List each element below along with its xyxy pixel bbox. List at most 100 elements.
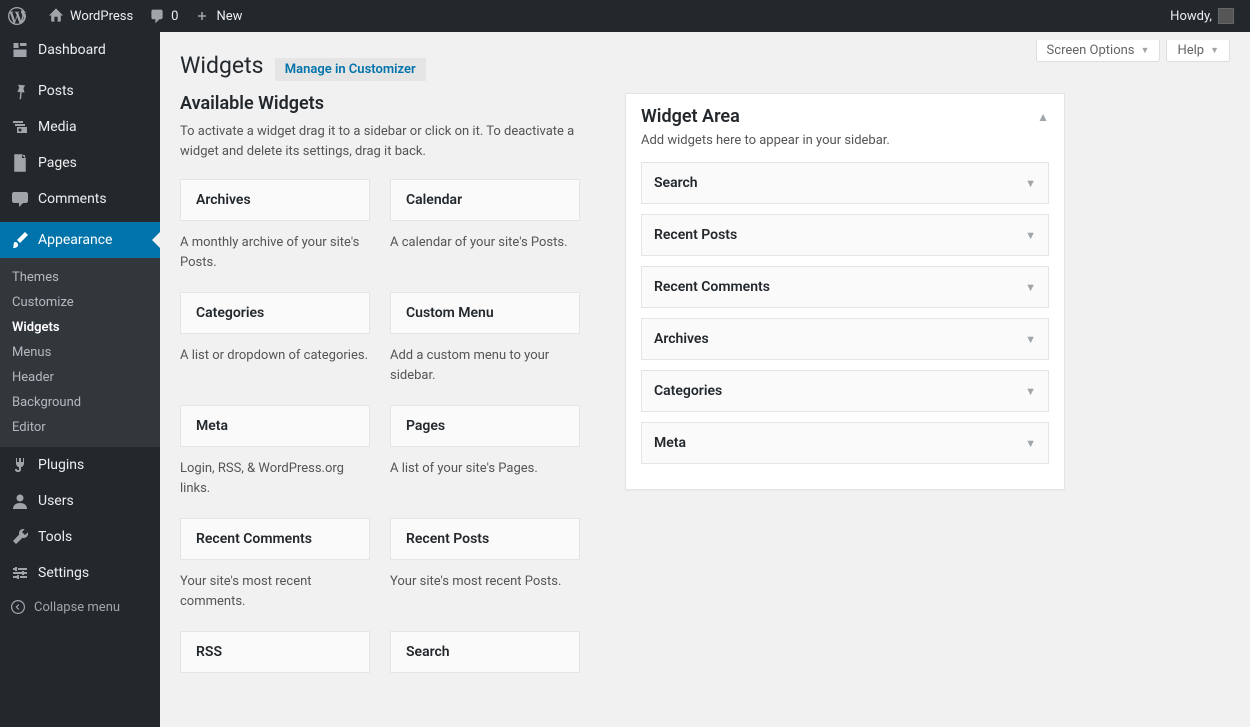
page-icon <box>10 153 30 173</box>
sidebar-item-tools[interactable]: Tools <box>0 519 160 555</box>
help-button[interactable]: Help ▼ <box>1166 40 1230 62</box>
plug-icon <box>10 455 30 475</box>
submenu-item-widgets[interactable]: Widgets <box>0 315 160 340</box>
dashboard-icon <box>10 40 30 60</box>
available-widget-title[interactable]: Calendar <box>390 179 580 221</box>
available-widget-desc: A list or dropdown of categories. <box>180 334 370 382</box>
admin-bar-left: WordPress 0 New <box>0 0 250 32</box>
available-widget-title[interactable]: Archives <box>180 179 370 221</box>
widget-areas-column: Widget Area ▲ Add widgets here to appear… <box>625 93 1065 687</box>
available-widgets-desc: To activate a widget drag it to a sideba… <box>180 122 580 161</box>
sidebar-item-posts[interactable]: Posts <box>0 73 160 109</box>
available-widget-desc: Your site's most recent Posts. <box>390 560 580 608</box>
available-widget: PagesA list of your site's Pages. <box>390 405 580 514</box>
available-widget-desc: A list of your site's Pages. <box>390 447 580 495</box>
help-label: Help <box>1177 43 1204 58</box>
widget-area-item[interactable]: Categories ▼ <box>641 370 1049 412</box>
widget-area-item-title: Archives <box>654 331 709 347</box>
sidebar-item-label: Users <box>38 493 74 509</box>
chevron-down-icon: ▼ <box>1210 45 1219 56</box>
manage-customizer-link[interactable]: Manage in Customizer <box>275 58 426 81</box>
new-content[interactable]: New <box>186 0 250 32</box>
wp-logo[interactable] <box>0 0 40 32</box>
widget-area-item-title: Categories <box>654 383 722 399</box>
sidebar-item-label: Comments <box>38 191 107 207</box>
sidebar-item-dashboard[interactable]: Dashboard <box>0 32 160 68</box>
sidebar-item-label: Posts <box>38 83 74 99</box>
widget-area-item[interactable]: Search▼ <box>641 162 1049 204</box>
available-widget-desc: Add a custom menu to your sidebar. <box>390 334 580 401</box>
wordpress-logo-icon <box>8 7 26 25</box>
available-widget-title[interactable]: RSS <box>180 631 370 673</box>
available-widgets-column: Available Widgets To activate a widget d… <box>180 93 580 687</box>
available-widget-desc: A calendar of your site's Posts. <box>390 221 580 269</box>
available-widget: Recent PostsYour site's most recent Post… <box>390 518 580 627</box>
page-title: Widgets <box>180 52 263 79</box>
widget-area-item-title: Recent Posts <box>654 227 737 243</box>
sidebar-item-appearance[interactable]: Appearance <box>0 222 160 258</box>
available-widget-title[interactable]: Categories <box>180 292 370 334</box>
sidebar-item-comments[interactable]: Comments <box>0 181 160 217</box>
widget-area-header[interactable]: Widget Area ▲ <box>641 106 1049 127</box>
widget-area-item[interactable]: Archives▼ <box>641 318 1049 360</box>
available-widget-title[interactable]: Search <box>390 631 580 673</box>
available-widget: Recent CommentsYour site's most recent c… <box>180 518 370 627</box>
chevron-down-icon: ▼ <box>1025 281 1036 294</box>
admin-sidebar: Dashboard Posts Media Pages Comments Appearan… <box>0 32 160 727</box>
screen-options-button[interactable]: Screen Options ▼ <box>1036 40 1161 62</box>
sliders-icon <box>10 563 30 583</box>
screen-options-label: Screen Options <box>1047 43 1135 58</box>
my-account[interactable]: Howdy, <box>1162 0 1242 32</box>
submenu-item-header[interactable]: Header <box>0 365 160 390</box>
available-widget-title[interactable]: Recent Posts <box>390 518 580 560</box>
widget-area-item[interactable]: Meta▼ <box>641 422 1049 464</box>
sidebar-item-plugins[interactable]: Plugins <box>0 447 160 483</box>
submenu-item-background[interactable]: Background <box>0 390 160 415</box>
available-widget: CategoriesA list or dropdown of categori… <box>180 292 370 401</box>
widget-area-desc: Add widgets here to appear in your sideb… <box>641 133 1049 148</box>
submenu-item-editor[interactable]: Editor <box>0 415 160 440</box>
available-widget: Custom MenuAdd a custom menu to your sid… <box>390 292 580 401</box>
available-widget-title[interactable]: Custom Menu <box>390 292 580 334</box>
sidebar-item-media[interactable]: Media <box>0 109 160 145</box>
wrench-icon <box>10 527 30 547</box>
collapse-icon <box>10 599 26 615</box>
sidebar-item-label: Appearance <box>38 232 112 248</box>
sidebar-item-users[interactable]: Users <box>0 483 160 519</box>
howdy-text: Howdy, <box>1170 9 1212 24</box>
chevron-down-icon: ▼ <box>1025 385 1036 398</box>
media-icon <box>10 117 30 137</box>
comments-link[interactable]: 0 <box>141 0 186 32</box>
site-name: WordPress <box>70 9 133 24</box>
chevron-down-icon: ▼ <box>1025 437 1036 450</box>
submenu-item-menus[interactable]: Menus <box>0 340 160 365</box>
available-widget: Search <box>390 631 580 683</box>
comments-count: 0 <box>171 9 178 24</box>
widget-area-title: Widget Area <box>641 106 740 127</box>
sidebar-item-pages[interactable]: Pages <box>0 145 160 181</box>
available-widget-desc: Your site's most recent comments. <box>180 560 370 627</box>
chevron-up-icon: ▲ <box>1037 110 1049 124</box>
widget-area-item[interactable]: Recent Comments ▼ <box>641 266 1049 308</box>
available-widget-title[interactable]: Recent Comments <box>180 518 370 560</box>
sidebar-item-label: Pages <box>38 155 77 171</box>
widget-area-item[interactable]: Recent Posts▼ <box>641 214 1049 256</box>
submenu-item-themes[interactable]: Themes <box>0 265 160 290</box>
widget-area: Widget Area ▲ Add widgets here to appear… <box>625 93 1065 490</box>
available-widget-title[interactable]: Pages <box>390 405 580 447</box>
available-widget-desc: Login, RSS, & WordPress.org links. <box>180 447 370 514</box>
available-widget-desc: A monthly archive of your site's Posts. <box>180 221 370 288</box>
available-widget-title[interactable]: Meta <box>180 405 370 447</box>
new-label: New <box>216 9 242 24</box>
submenu-item-customize[interactable]: Customize <box>0 290 160 315</box>
available-widget: MetaLogin, RSS, & WordPress.org links. <box>180 405 370 514</box>
sidebar-item-label: Dashboard <box>38 42 106 58</box>
sidebar-item-label: Media <box>38 119 77 135</box>
sidebar-item-settings[interactable]: Settings <box>0 555 160 591</box>
user-icon <box>10 491 30 511</box>
plus-icon <box>194 8 210 24</box>
sidebar-item-label: Plugins <box>38 457 84 473</box>
widget-area-item-title: Recent Comments <box>654 279 770 295</box>
collapse-menu[interactable]: Collapse menu <box>0 591 160 623</box>
site-home[interactable]: WordPress <box>40 0 141 32</box>
